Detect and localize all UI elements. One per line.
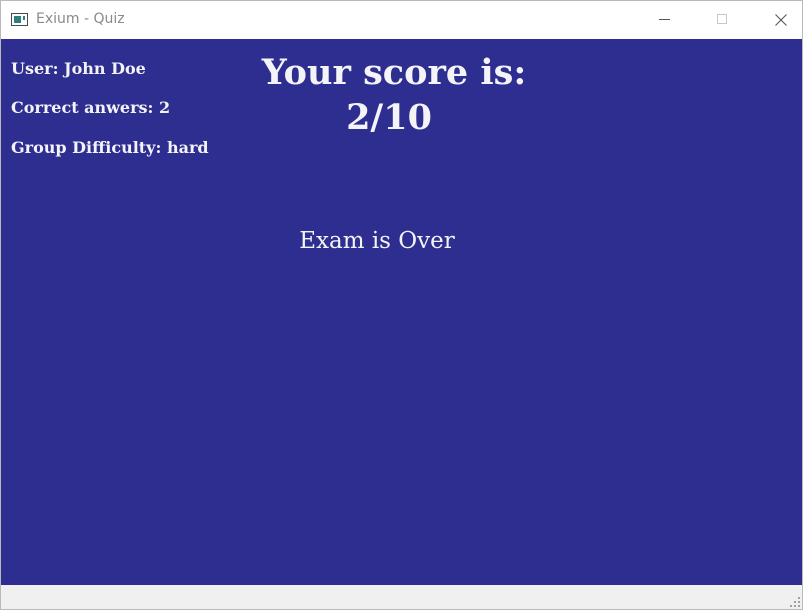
- group-difficulty-label: Group Difficulty: hard: [11, 138, 209, 157]
- app-window-icon: [11, 13, 28, 26]
- score-heading: Your score is:: [261, 52, 527, 93]
- minimize-icon: [659, 19, 670, 20]
- status-bar: [1, 585, 802, 609]
- close-button[interactable]: [751, 1, 803, 39]
- quiz-results-panel: User: John Doe Correct anwers: 2 Group D…: [1, 39, 802, 585]
- maximize-icon: [717, 14, 727, 24]
- close-icon: [775, 14, 787, 26]
- quiz-window: Exium - Quiz User: John Doe Correct anwe…: [0, 0, 803, 610]
- maximize-button[interactable]: [693, 1, 751, 39]
- window-title: Exium - Quiz: [36, 11, 125, 27]
- title-bar[interactable]: Exium - Quiz: [1, 1, 802, 39]
- score-value: 2/10: [346, 97, 432, 138]
- exam-status-message: Exam is Over: [299, 228, 455, 254]
- minimize-button[interactable]: [635, 1, 693, 39]
- resize-grip-icon[interactable]: [790, 597, 800, 607]
- user-label: User: John Doe: [11, 59, 146, 78]
- desktop-background: [803, 0, 811, 610]
- correct-answers-label: Correct anwers: 2: [11, 98, 171, 117]
